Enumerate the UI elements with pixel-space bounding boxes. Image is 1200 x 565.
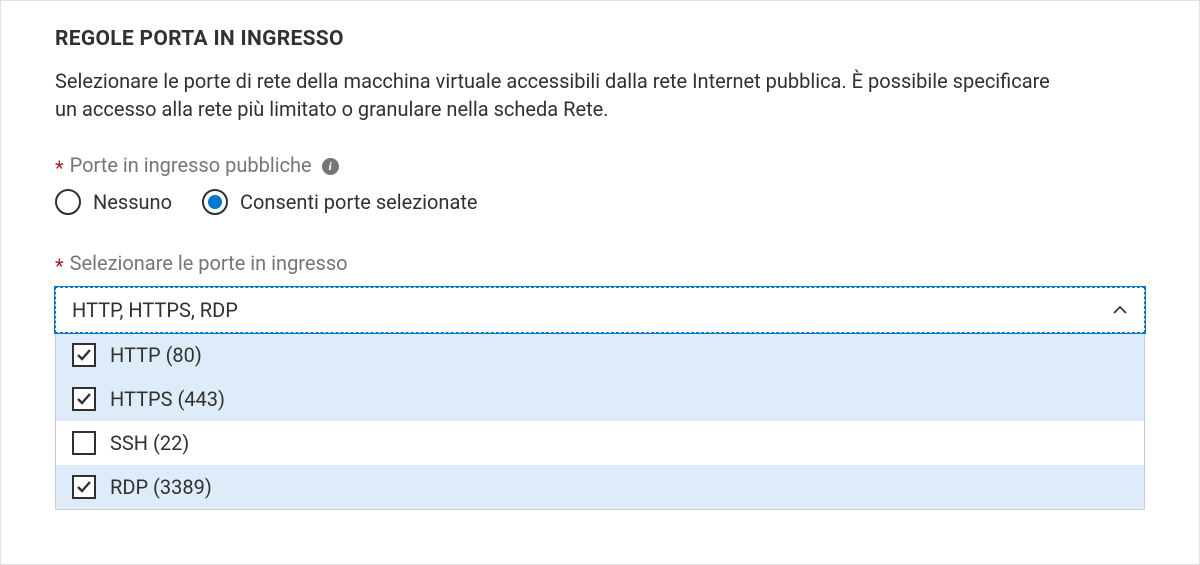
port-option-http[interactable]: HTTP (80) — [56, 333, 1144, 377]
chevron-up-icon — [1112, 302, 1128, 318]
required-asterisk: * — [55, 256, 64, 276]
select-ports-value: HTTP, HTTPS, RDP — [72, 298, 238, 322]
info-icon[interactable]: i — [322, 158, 339, 175]
select-ports-listbox: HTTP (80) HTTPS (443) SSH (22) RDP (3389… — [55, 333, 1145, 510]
radio-option-none[interactable]: Nessuno — [55, 189, 172, 215]
port-option-ssh[interactable]: SSH (22) — [56, 421, 1144, 465]
radio-circle-none — [55, 189, 81, 215]
section-description: Selezionare le porte di rete della macch… — [55, 67, 1055, 123]
required-asterisk: * — [55, 158, 64, 178]
inbound-port-rules-panel: REGOLE PORTA IN INGRESSO Selezionare le … — [0, 0, 1200, 565]
check-icon — [76, 347, 92, 363]
port-option-rdp[interactable]: RDP (3389) — [56, 465, 1144, 509]
section-title: REGOLE PORTA IN INGRESSO — [55, 27, 1145, 51]
public-ports-label: Porte in ingresso pubbliche — [70, 153, 312, 177]
port-option-label: HTTPS (443) — [110, 387, 225, 411]
checkbox-ssh — [72, 431, 96, 455]
select-ports-dropdown: HTTP, HTTPS, RDP HTTP (80) HTTPS (443) — [55, 287, 1145, 510]
port-option-label: SSH (22) — [110, 431, 189, 455]
checkbox-https — [72, 387, 96, 411]
checkbox-rdp — [72, 475, 96, 499]
checkbox-http — [72, 343, 96, 367]
port-option-label: HTTP (80) — [110, 343, 202, 367]
select-ports-combobox[interactable]: HTTP, HTTPS, RDP — [55, 287, 1145, 333]
port-option-label: RDP (3389) — [110, 475, 212, 499]
port-option-https[interactable]: HTTPS (443) — [56, 377, 1144, 421]
public-ports-label-row: * Porte in ingresso pubbliche i — [55, 153, 1145, 177]
radio-label-allow-selected: Consenti porte selezionate — [240, 190, 477, 214]
check-icon — [76, 479, 92, 495]
select-ports-label-row: * Selezionare le porte in ingresso — [55, 251, 1145, 275]
radio-option-allow-selected[interactable]: Consenti porte selezionate — [202, 189, 477, 215]
radio-circle-allow-selected — [202, 189, 228, 215]
check-icon — [76, 391, 92, 407]
public-ports-radio-group: Nessuno Consenti porte selezionate — [55, 189, 1145, 215]
select-ports-label: Selezionare le porte in ingresso — [70, 251, 348, 275]
radio-label-none: Nessuno — [93, 190, 172, 214]
